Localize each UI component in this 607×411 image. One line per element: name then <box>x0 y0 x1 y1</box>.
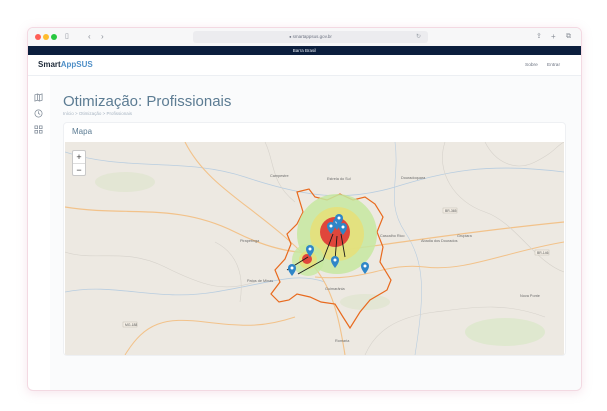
place-label: Patos de Minas <box>247 279 273 283</box>
new-tab-icon[interactable]: + <box>551 31 556 43</box>
reload-icon[interactable]: ↻ <box>416 31 421 43</box>
map-view[interactable]: Campestre Pirapetinga Estrela do Sul Cas… <box>65 142 564 355</box>
nav-link-entrar[interactable]: Entrar <box>547 63 560 68</box>
back-arrow-icon[interactable]: ‹ <box>88 31 91 43</box>
vegetation-patch <box>95 172 155 192</box>
brand-text-appsus: AppSUS <box>60 60 93 69</box>
tabs-overview-icon[interactable]: ⧉ <box>566 31 571 43</box>
brand-logo[interactable]: SmartAppSUS <box>38 60 93 70</box>
brand-text-smart: Smart <box>38 60 61 69</box>
browser-window: ▯ ‹ › ● smartappsus.gov.br ↻ ⇪ + ⧉ Barra… <box>27 27 582 391</box>
zoom-control: + − <box>72 150 86 176</box>
map-icon[interactable] <box>33 93 43 103</box>
clock-icon[interactable] <box>33 109 43 119</box>
card-title: Mapa <box>72 127 93 136</box>
vegetation-patch <box>340 294 390 310</box>
place-label: Estrela do Sul <box>327 177 351 181</box>
address-bar[interactable]: ● smartappsus.gov.br ↻ <box>193 31 428 43</box>
road-label: BR-365 <box>445 209 457 213</box>
grid-icon[interactable] <box>33 125 43 135</box>
place-label: Guimarânia <box>325 287 346 291</box>
vegetation-patch <box>465 318 545 346</box>
app-header: SmartAppSUS Sobre Entrar <box>28 55 581 76</box>
minimize-window-button[interactable] <box>43 34 49 40</box>
forward-arrow-icon[interactable]: › <box>101 31 104 43</box>
place-label: Pirapetinga <box>240 239 260 243</box>
place-label: Romaria <box>335 339 350 343</box>
gov-bar: Barra Brasil <box>28 46 581 55</box>
place-label: Abadia dos Dourados <box>421 239 458 243</box>
zoom-out-button[interactable]: − <box>73 164 85 176</box>
place-label: Nova Ponte <box>520 294 540 298</box>
breadcrumb[interactable]: Início > Otimização > Profissionais <box>63 111 132 116</box>
main-content: Otimização: Profissionais Início > Otimi… <box>50 76 581 390</box>
road-label: BR-146 <box>537 251 549 255</box>
place-label: Douradoquara <box>401 176 426 180</box>
road-label: MG-188 <box>125 323 137 327</box>
map-canvas[interactable]: Campestre Pirapetinga Estrela do Sul Cas… <box>65 142 564 355</box>
place-label: Campestre <box>270 174 289 178</box>
nav-link-sobre[interactable]: Sobre <box>525 63 538 68</box>
sidebar <box>28 76 50 390</box>
gov-bar-text[interactable]: Barra Brasil <box>293 48 317 53</box>
place-label: Grupiara <box>457 234 473 238</box>
map-card: Mapa Campestre Pirapetinga Estrela do Su… <box>63 122 566 356</box>
page-title: Otimização: Profissionais <box>63 93 232 110</box>
url-text: smartappsus.gov.br <box>292 34 332 39</box>
zoom-in-button[interactable]: + <box>73 151 85 164</box>
browser-titlebar: ▯ ‹ › ● smartappsus.gov.br ↻ ⇪ + ⧉ <box>28 28 581 47</box>
place-label: Cascalho Rico <box>380 234 404 238</box>
sidebar-toggle-icon[interactable]: ▯ <box>65 31 69 43</box>
maximize-window-button[interactable] <box>51 34 57 40</box>
close-window-button[interactable] <box>35 34 41 40</box>
share-icon[interactable]: ⇪ <box>536 31 542 43</box>
